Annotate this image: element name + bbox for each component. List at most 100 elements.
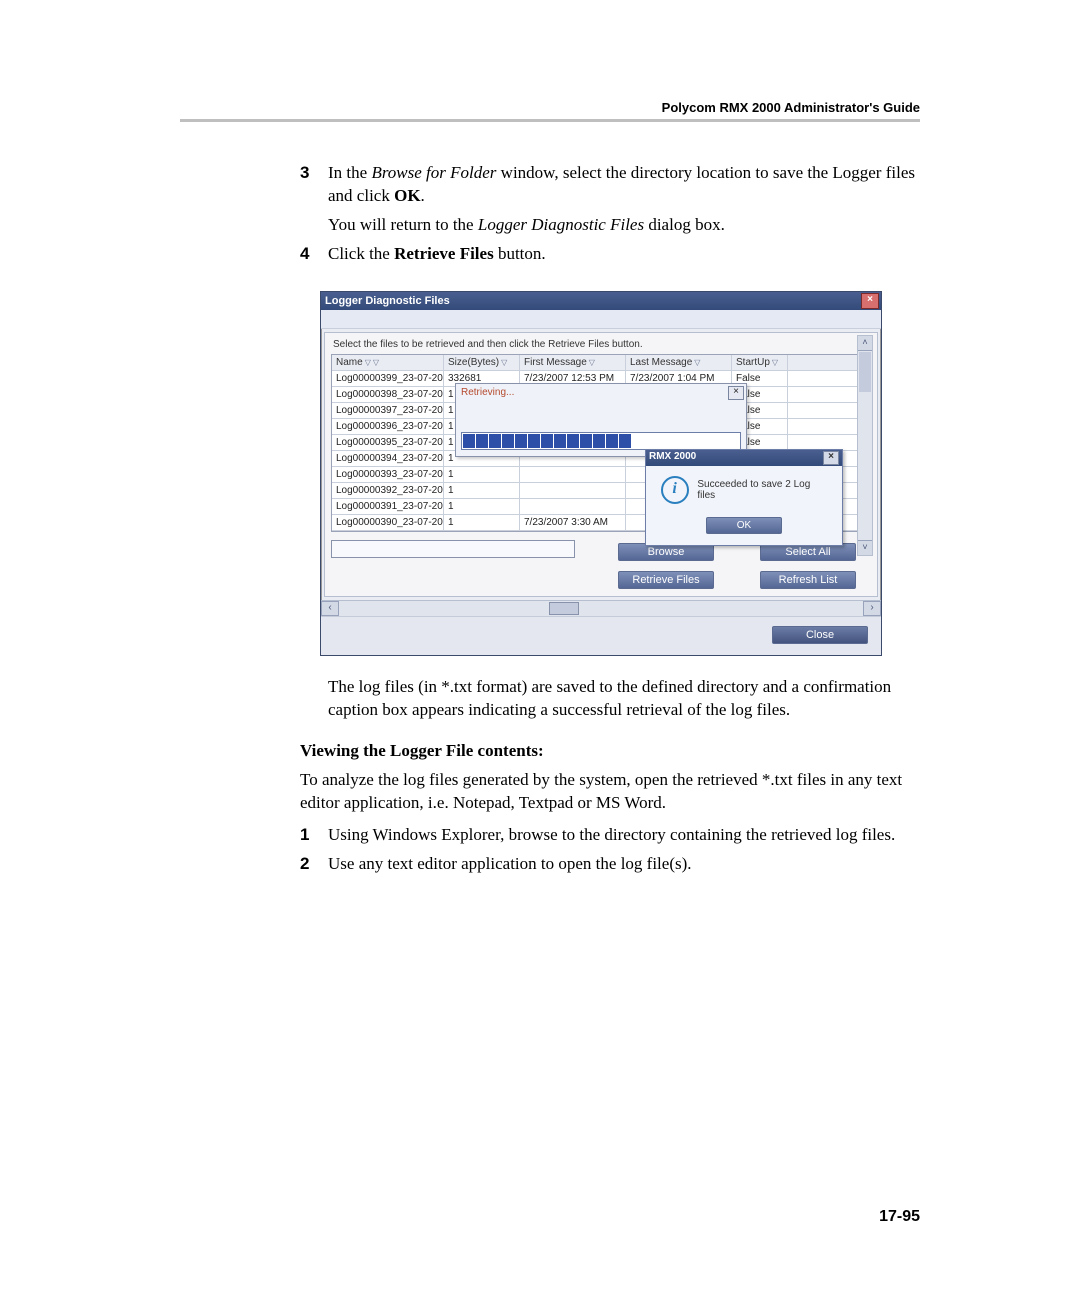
dialog-instructions: Select the files to be retrieved and the… <box>325 333 877 354</box>
popup-body: i Succeeded to save 2 Log files OK <box>646 466 842 545</box>
cell-name: Log00000394_23-07-20 <box>332 451 444 466</box>
dialog-button-row-2: Retrieve Files Refresh List <box>325 568 877 596</box>
step-number: 4 <box>300 243 328 266</box>
step-number: 2 <box>300 853 328 876</box>
popup-titlebar[interactable]: RMX 2000 × <box>646 450 842 466</box>
filter-icon[interactable]: ▽ <box>694 358 700 367</box>
view-paragraph: To analyze the log files generated by th… <box>300 769 920 815</box>
cell-name: Log00000396_23-07-20 <box>332 419 444 434</box>
logger-dialog: Logger Diagnostic Files × ˄ ˅ Select the… <box>320 291 882 656</box>
view-step-1: 1 Using Windows Explorer, browse to the … <box>300 824 920 847</box>
body-text-block: 3 In the Browse for Folder window, selec… <box>300 162 920 266</box>
col-name[interactable]: Name▽▽ <box>332 355 444 370</box>
scroll-up-icon[interactable]: ˄ <box>858 336 872 351</box>
step-text: Use any text editor application to open … <box>328 853 920 876</box>
scroll-left-icon[interactable]: ‹ <box>321 601 339 616</box>
document-page: Polycom RMX 2000 Administrator's Guide 3… <box>0 0 1080 1306</box>
path-input[interactable] <box>331 540 575 558</box>
text: In the <box>328 163 371 182</box>
step-3-follow: You will return to the Logger Diagnostic… <box>328 214 920 237</box>
col-startup[interactable]: StartUp▽ <box>732 355 788 370</box>
text: Click the <box>328 244 394 263</box>
refresh-list-button[interactable]: Refresh List <box>760 571 856 589</box>
filter-icon[interactable]: ▽ <box>772 358 778 367</box>
progress-bar <box>461 432 741 450</box>
horizontal-scrollbar[interactable]: ‹ › <box>321 600 881 616</box>
scroll-track[interactable] <box>339 601 863 616</box>
close-icon[interactable]: × <box>728 386 744 400</box>
after-figure-text: The log files (in *.txt format) are save… <box>328 676 920 722</box>
filter-icon[interactable]: ▽ <box>589 358 595 367</box>
step-number: 3 <box>300 162 328 208</box>
filter-icon[interactable]: ▽ <box>501 358 507 367</box>
page-number: 17-95 <box>879 1208 920 1226</box>
subheading: Viewing the Logger File contents: <box>300 740 920 763</box>
col-label: Name <box>336 357 363 368</box>
filter-icon[interactable]: ▽ <box>365 358 371 367</box>
text: You will return to the <box>328 215 478 234</box>
scroll-down-icon[interactable]: ˅ <box>858 540 872 555</box>
confirmation-popup: RMX 2000 × i Succeeded to save 2 Log fil… <box>645 449 843 546</box>
text: button. <box>494 244 546 263</box>
cell-first: 7/23/2007 3:30 AM <box>520 515 626 530</box>
retrieving-label: Retrieving... <box>461 387 741 398</box>
cell-name: Log00000399_23-07-20 <box>332 371 444 386</box>
close-icon[interactable]: × <box>861 293 879 309</box>
body-text-block-2: The log files (in *.txt format) are save… <box>300 676 920 877</box>
view-step-2: 2 Use any text editor application to ope… <box>300 853 920 876</box>
cell-size: 1 <box>444 467 520 482</box>
close-icon[interactable]: × <box>823 451 839 465</box>
cell-name: Log00000397_23-07-20 <box>332 403 444 418</box>
step-text: Click the Retrieve Files button. <box>328 243 920 266</box>
step-3: 3 In the Browse for Folder window, selec… <box>300 162 920 208</box>
filter-icon[interactable]: ▽ <box>373 358 379 367</box>
step-4: 4 Click the Retrieve Files button. <box>300 243 920 266</box>
dialog-title: Logger Diagnostic Files <box>325 295 450 307</box>
info-icon: i <box>661 476 689 504</box>
dialog-toolbar-blank <box>321 310 881 329</box>
cell-name: Log00000395_23-07-20 <box>332 435 444 450</box>
close-button[interactable]: Close <box>772 626 868 644</box>
col-label: Last Message <box>630 357 692 368</box>
text: dialog box. <box>644 215 725 234</box>
cell-name: Log00000393_23-07-20 <box>332 467 444 482</box>
step-text: Using Windows Explorer, browse to the di… <box>328 824 920 847</box>
retrieving-dialog: × Retrieving... <box>455 383 747 457</box>
text: . <box>421 186 425 205</box>
table-header[interactable]: Name▽▽ Size(Bytes)▽ First Message▽ Last … <box>332 355 858 371</box>
dialog-titlebar[interactable]: Logger Diagnostic Files × <box>321 292 881 310</box>
cell-name: Log00000398_23-07-20 <box>332 387 444 402</box>
col-first-message[interactable]: First Message▽ <box>520 355 626 370</box>
step-number: 1 <box>300 824 328 847</box>
cell-first <box>520 483 626 498</box>
running-header: Polycom RMX 2000 Administrator's Guide <box>180 100 920 115</box>
scroll-thumb[interactable] <box>549 602 579 615</box>
cell-first <box>520 467 626 482</box>
scroll-right-icon[interactable]: › <box>863 601 881 616</box>
cell-first <box>520 499 626 514</box>
popup-title: RMX 2000 <box>649 451 696 465</box>
col-label: StartUp <box>736 357 770 368</box>
col-size[interactable]: Size(Bytes)▽ <box>444 355 520 370</box>
header-rule <box>180 119 920 122</box>
italic-text: Logger Diagnostic Files <box>478 215 644 234</box>
cell-name: Log00000390_23-07-20 <box>332 515 444 530</box>
scroll-thumb[interactable] <box>859 352 871 392</box>
cell-name: Log00000392_23-07-20 <box>332 483 444 498</box>
popup-message: Succeeded to save 2 Log files <box>697 479 827 501</box>
cell-size: 1 <box>444 499 520 514</box>
cell-size: 1 <box>444 515 520 530</box>
dialog-footer: Close <box>321 616 881 655</box>
col-last-message[interactable]: Last Message▽ <box>626 355 732 370</box>
retrieve-files-button[interactable]: Retrieve Files <box>618 571 714 589</box>
col-label: First Message <box>524 357 587 368</box>
vertical-scrollbar[interactable]: ˄ ˅ <box>857 335 873 556</box>
dialog-client-area: ˄ ˅ Select the files to be retrieved and… <box>324 332 878 597</box>
col-label: Size(Bytes) <box>448 357 499 368</box>
bold-text: Retrieve Files <box>394 244 494 263</box>
cell-size: 1 <box>444 483 520 498</box>
ok-button[interactable]: OK <box>706 517 782 534</box>
bold-text: OK <box>394 186 420 205</box>
italic-text: Browse for Folder <box>371 163 496 182</box>
cell-name: Log00000391_23-07-20 <box>332 499 444 514</box>
